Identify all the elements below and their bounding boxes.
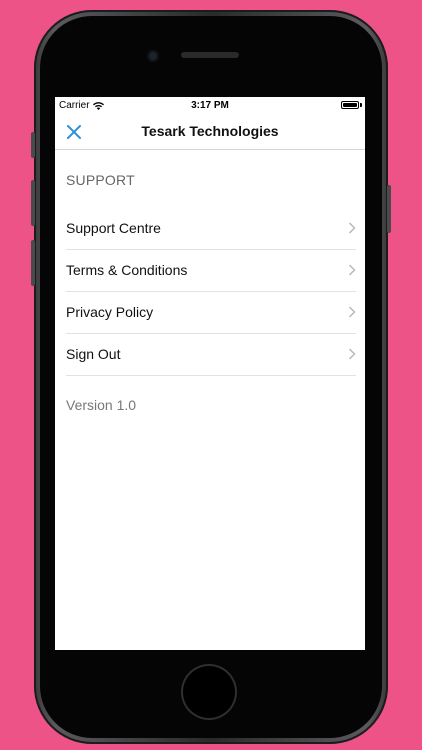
home-button[interactable] — [181, 664, 237, 720]
version-label: Version 1.0 — [66, 397, 137, 413]
menu-item-label: Terms & Conditions — [66, 262, 188, 278]
mute-switch — [31, 132, 35, 158]
front-camera — [147, 50, 159, 62]
section-header-support: SUPPORT — [66, 172, 135, 188]
menu-item-label: Sign Out — [66, 346, 121, 362]
power-button — [387, 185, 391, 233]
support-menu-list: Support Centre Terms & Conditions Privac… — [55, 208, 365, 376]
status-time: 3:17 PM — [191, 100, 229, 111]
volume-down-button — [31, 240, 35, 286]
battery-tip — [360, 103, 362, 107]
menu-item-support-centre[interactable]: Support Centre — [66, 208, 356, 250]
battery-icon — [341, 101, 359, 109]
navigation-bar: Tesark Technologies — [55, 115, 365, 150]
status-bar: Carrier 3:17 PM — [55, 97, 365, 115]
chevron-right-icon — [349, 348, 356, 360]
menu-item-terms-conditions[interactable]: Terms & Conditions — [66, 250, 356, 292]
battery-fill — [343, 103, 357, 107]
chevron-right-icon — [349, 222, 356, 234]
chevron-right-icon — [349, 306, 356, 318]
menu-item-sign-out[interactable]: Sign Out — [66, 334, 356, 376]
volume-up-button — [31, 180, 35, 226]
menu-item-privacy-policy[interactable]: Privacy Policy — [66, 292, 356, 334]
earpiece-speaker — [181, 52, 239, 58]
page-title: Tesark Technologies — [141, 123, 279, 139]
chevron-right-icon — [349, 264, 356, 276]
app-screen: Carrier 3:17 PM Tesark Technologies SUPP… — [55, 97, 365, 650]
menu-item-label: Support Centre — [66, 220, 161, 236]
menu-item-label: Privacy Policy — [66, 304, 154, 320]
